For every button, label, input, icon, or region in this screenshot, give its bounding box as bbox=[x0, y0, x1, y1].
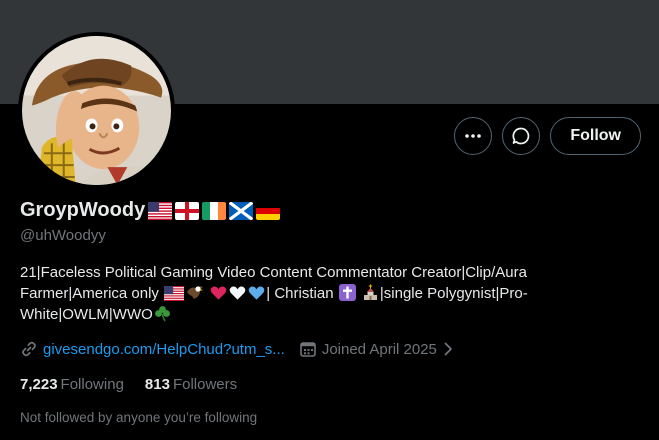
more-icon bbox=[465, 134, 482, 138]
avatar-image bbox=[22, 36, 171, 185]
profile-meta: givesendgo.com/HelpChud?utm_s... Joined … bbox=[20, 340, 454, 358]
display-name: GroypWoody bbox=[20, 199, 281, 222]
followers-count-link[interactable]: 813 Followers bbox=[145, 376, 237, 393]
joined-date[interactable]: Joined April 2025 bbox=[299, 340, 454, 358]
us-flag-icon bbox=[148, 201, 173, 220]
scotland-flag-icon bbox=[229, 201, 254, 220]
shamrock-icon bbox=[154, 305, 171, 322]
link-icon bbox=[22, 341, 36, 357]
blue-heart-icon bbox=[248, 285, 265, 301]
joined-date-text: Joined April 2025 bbox=[321, 340, 437, 358]
profile-stats: 7,223 Following 813 Followers bbox=[20, 376, 237, 393]
profile-website-link[interactable]: givesendgo.com/HelpChud?utm_s... bbox=[20, 340, 285, 358]
followers-label: Followers bbox=[172, 376, 238, 393]
website-link-text[interactable]: givesendgo.com/HelpChud?utm_s... bbox=[43, 341, 285, 358]
following-count: 7,223 bbox=[20, 376, 58, 393]
follow-button[interactable]: Follow bbox=[550, 117, 641, 155]
more-button[interactable] bbox=[454, 117, 493, 155]
calendar-icon bbox=[300, 342, 316, 357]
bio-line-1: 21|Faceless Political Gaming Video Conte… bbox=[20, 264, 527, 281]
ireland-flag-icon bbox=[202, 201, 227, 220]
bio-line-2: Farmer|America only | Christian |single … bbox=[20, 283, 610, 304]
white-heart-icon bbox=[229, 285, 246, 301]
user-handle: @uhWoodyy bbox=[20, 227, 106, 244]
message-icon bbox=[512, 127, 530, 145]
display-name-text: GroypWoody bbox=[20, 199, 146, 221]
bio-segment-polygynist: |single Polygynist|Pro- bbox=[379, 285, 528, 302]
us-flag-icon bbox=[164, 286, 185, 301]
chevron-right-icon bbox=[444, 342, 452, 356]
eagle-icon bbox=[186, 284, 204, 301]
bio-segment-christian: | Christian bbox=[266, 285, 334, 302]
profile-page: Follow GroypWoody @uhWoodyy 21|Faceless … bbox=[0, 0, 659, 440]
following-label: Following bbox=[60, 376, 124, 393]
germany-flag-icon bbox=[256, 201, 281, 220]
profile-avatar[interactable] bbox=[18, 32, 175, 189]
bio-segment-white: White|OWLM|WWO bbox=[20, 306, 153, 323]
church-icon bbox=[362, 284, 379, 301]
bio-segment-america: Farmer|America only bbox=[20, 285, 159, 302]
latin-cross-icon bbox=[338, 284, 356, 301]
message-button[interactable] bbox=[502, 117, 541, 155]
england-flag-icon bbox=[175, 201, 200, 220]
profile-bio: 21|Faceless Political Gaming Video Conte… bbox=[20, 262, 610, 325]
bio-line-3: White|OWLM|WWO bbox=[20, 304, 610, 325]
followers-count: 813 bbox=[144, 376, 170, 393]
following-count-link[interactable]: 7,223 Following bbox=[20, 376, 124, 393]
red-heart-icon bbox=[210, 285, 227, 301]
not-followed-notice: Not followed by anyone you’re following bbox=[20, 410, 258, 425]
profile-actions: Follow bbox=[454, 117, 641, 155]
